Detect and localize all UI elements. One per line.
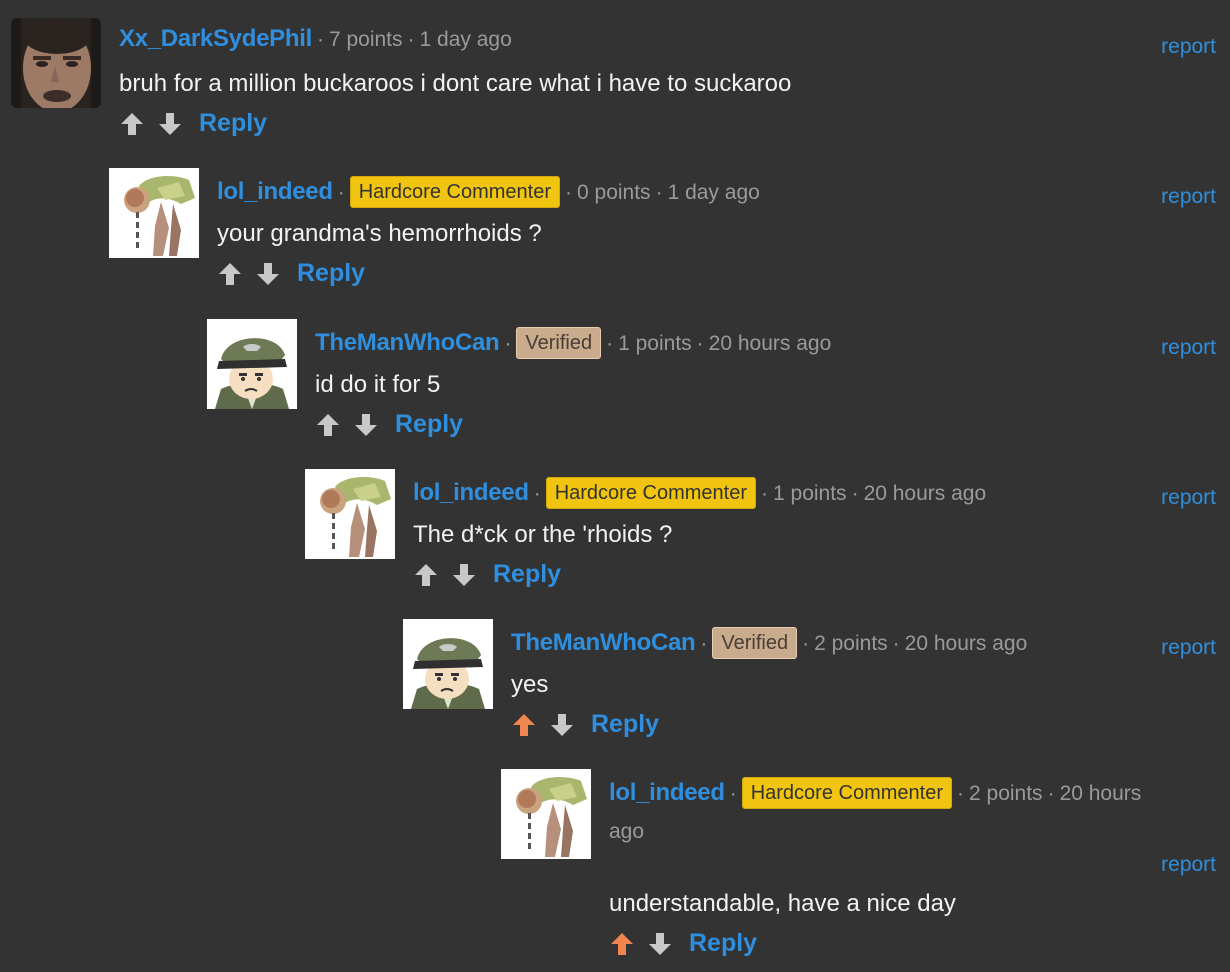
timestamp: 20 hours ago [863, 482, 987, 505]
reply-button[interactable]: Reply [199, 109, 267, 138]
upvote-arrow-icon[interactable] [413, 562, 439, 588]
points-count: 0 points [577, 181, 651, 204]
points-count: 2 points [814, 632, 888, 655]
meta-separator: · [892, 632, 900, 655]
meta-separator: · [407, 28, 415, 51]
bent-figure-avatar[interactable] [305, 469, 395, 559]
hardcore-commenter-badge: Hardcore Commenter [349, 176, 560, 208]
timestamp-continued: ago [609, 820, 645, 843]
points-count: 2 points [969, 782, 1043, 805]
meta-separator: · [655, 181, 663, 204]
downvote-arrow-icon[interactable] [451, 562, 477, 588]
points-count: 1 points [618, 332, 692, 355]
comment-actions: Reply [315, 410, 463, 440]
meta-separator: · [851, 482, 859, 505]
meta-separator: · [957, 782, 964, 805]
comment-actions: Reply [609, 929, 757, 959]
meta-separator: · [802, 632, 810, 655]
meta-separator: · [533, 482, 541, 505]
comment-meta: TheManWhoCan · Verified · 1 points · 20 hours … [315, 327, 831, 359]
reply-button[interactable]: Reply [297, 259, 365, 288]
timestamp: 1 day ago [419, 28, 512, 51]
username-link[interactable]: TheManWhoCan [511, 629, 696, 656]
downvote-arrow-icon[interactable] [255, 261, 281, 287]
comment-item: lol_indeed · Hardcore Commenter · 0 points · 1… [109, 168, 1230, 294]
points-count: 1 points [773, 482, 847, 505]
username-link[interactable]: Xx_DarkSydePhil [119, 25, 312, 52]
comment-actions: Reply [119, 109, 267, 139]
report-link[interactable]: report [1161, 185, 1216, 209]
comment-meta: Xx_DarkSydePhil · 7 points · 1 day ago [119, 26, 512, 53]
meta-separator: · [1047, 782, 1055, 805]
comment-thread: Xx_DarkSydePhil · 7 points · 1 day ago bruh … [0, 0, 1230, 972]
comment-meta: lol_indeed · Hardcore Commenter · 2 points · 2… [609, 777, 1141, 809]
report-link[interactable]: report [1161, 336, 1216, 360]
upvote-arrow-icon[interactable] [511, 712, 537, 738]
reply-button[interactable]: Reply [395, 410, 463, 439]
downvote-arrow-icon[interactable] [647, 931, 673, 957]
verified-badge: Verified [516, 327, 602, 359]
username-link[interactable]: TheManWhoCan [315, 329, 500, 356]
comment-text: understandable, have a nice day [609, 890, 956, 917]
downvote-arrow-icon[interactable] [353, 412, 379, 438]
dsp-face-avatar[interactable] [11, 18, 101, 108]
report-link[interactable]: report [1161, 486, 1216, 510]
points-count: 7 points [328, 28, 403, 51]
timestamp: 1 day ago [667, 181, 760, 204]
meta-separator: · [565, 181, 572, 204]
upvote-arrow-icon[interactable] [315, 412, 341, 438]
comment-text: id do it for 5 [315, 371, 441, 398]
comment-item: lol_indeed · Hardcore Commenter · 2 points · 2… [501, 769, 1230, 969]
reply-button[interactable]: Reply [591, 710, 659, 739]
comment-meta: lol_indeed · Hardcore Commenter · 1 points · 2… [413, 477, 986, 509]
reply-button[interactable]: Reply [493, 560, 561, 589]
meta-separator: · [316, 28, 324, 51]
downvote-arrow-icon[interactable] [157, 111, 183, 137]
timestamp-wrapped-line: ago [609, 819, 644, 845]
downvote-arrow-icon[interactable] [549, 712, 575, 738]
meta-separator: · [700, 632, 708, 655]
timestamp: 20 hours ago [904, 632, 1028, 655]
comment-text: your grandma's hemorrhoids ? [217, 220, 542, 247]
timestamp: 20 hours [1059, 782, 1142, 805]
reply-button[interactable]: Reply [689, 929, 757, 958]
bent-figure-avatar[interactable] [501, 769, 591, 859]
comment-item: TheManWhoCan · Verified · 2 points · 20 hours … [403, 619, 1230, 745]
meta-separator: · [337, 181, 345, 204]
meta-separator: · [606, 332, 614, 355]
comment-text: yes [511, 671, 549, 698]
comment-item: lol_indeed · Hardcore Commenter · 1 points · 2… [305, 469, 1230, 595]
comment-item: Xx_DarkSydePhil · 7 points · 1 day ago bruh … [11, 18, 1230, 144]
bent-figure-avatar[interactable] [109, 168, 199, 258]
comment-text: bruh for a million buckaroos i dont care… [119, 70, 792, 97]
comment-actions: Reply [217, 259, 365, 289]
comment-actions: Reply [511, 710, 659, 740]
hardcore-commenter-badge: Hardcore Commenter [741, 777, 952, 809]
upvote-arrow-icon[interactable] [609, 931, 635, 957]
report-link[interactable]: report [1161, 35, 1216, 59]
officer-cartoon-avatar[interactable] [403, 619, 493, 709]
comment-actions: Reply [413, 560, 561, 590]
meta-separator: · [761, 482, 768, 505]
comment-item: TheManWhoCan · Verified · 1 points · 20 hours … [207, 319, 1230, 445]
meta-separator: · [729, 782, 737, 805]
report-link[interactable]: report [1161, 853, 1216, 877]
meta-separator: · [504, 332, 512, 355]
officer-cartoon-avatar[interactable] [207, 319, 297, 409]
timestamp: 20 hours ago [708, 332, 832, 355]
hardcore-commenter-badge: Hardcore Commenter [545, 477, 756, 509]
meta-separator: · [696, 332, 704, 355]
upvote-arrow-icon[interactable] [119, 111, 145, 137]
username-link[interactable]: lol_indeed [609, 779, 725, 806]
comment-meta: TheManWhoCan · Verified · 2 points · 20 hours … [511, 627, 1027, 659]
comment-text: The d*ck or the 'rhoids ? [413, 521, 673, 548]
report-link[interactable]: report [1161, 636, 1216, 660]
username-link[interactable]: lol_indeed [413, 479, 529, 506]
username-link[interactable]: lol_indeed [217, 178, 333, 205]
verified-badge: Verified [712, 627, 798, 659]
upvote-arrow-icon[interactable] [217, 261, 243, 287]
comment-meta: lol_indeed · Hardcore Commenter · 0 points · 1… [217, 176, 760, 208]
